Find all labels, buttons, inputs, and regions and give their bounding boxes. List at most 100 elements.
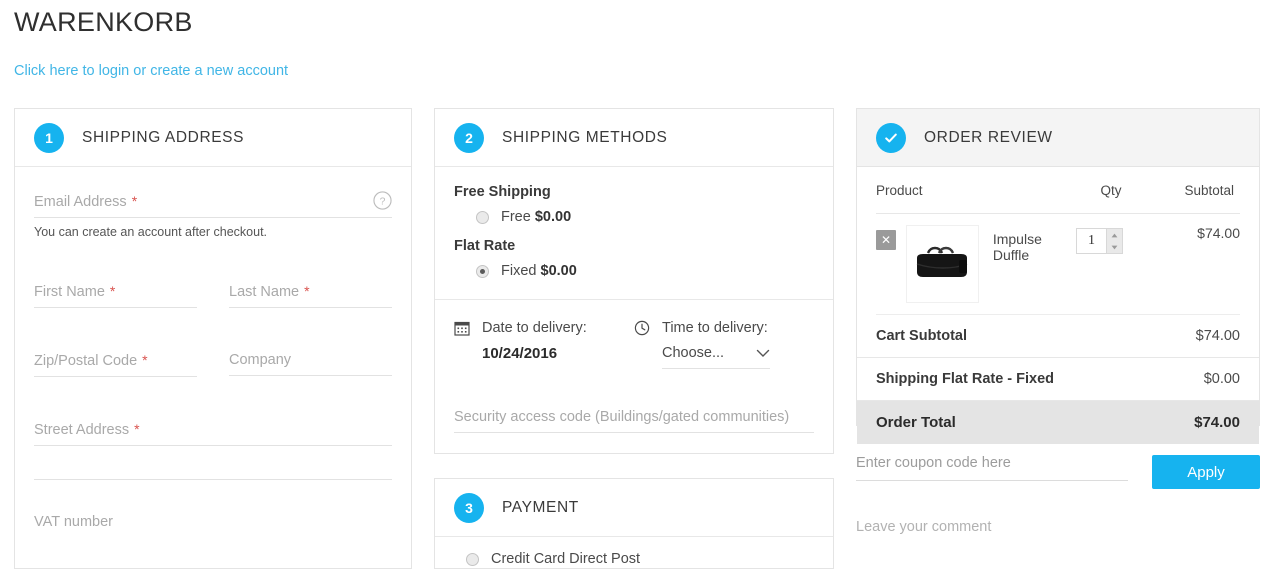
street-required-marker: * [134, 421, 140, 437]
quantity-stepper[interactable]: 1 [1076, 228, 1146, 254]
order-items-thead: Product Qty Subtotal [876, 167, 1240, 214]
shipping-group-free: Free Shipping Free $0.00 [454, 184, 814, 225]
order-items-header-row: Product Qty Subtotal [876, 167, 1240, 214]
shipping-methods-header: 2 SHIPPING METHODS [435, 109, 833, 167]
total-row-order-total: Order Total $74.00 [857, 401, 1259, 444]
total-label-order-total: Order Total [876, 414, 956, 431]
check-icon [885, 133, 897, 142]
shipping-option-free-text: Free [501, 209, 531, 225]
duffle-bag-image [906, 225, 979, 303]
caret-up-icon[interactable] [1111, 233, 1118, 238]
zip-field[interactable]: Zip/Postal Code * [34, 352, 197, 377]
close-icon[interactable]: ✕ [876, 230, 896, 250]
shipping-address-body: Email Address * You can create an accoun… [15, 167, 411, 537]
company-field[interactable]: Company [229, 352, 392, 376]
email-label: Email Address [34, 194, 127, 210]
delivery-time-label: Time to delivery: [662, 320, 768, 336]
email-field[interactable]: Email Address * [34, 193, 392, 218]
security-code-field-wrap: Security access code (Buildings/gated co… [454, 369, 814, 433]
step-number-1: 1 [34, 122, 64, 153]
security-code-field[interactable]: Security access code (Buildings/gated co… [454, 409, 814, 433]
shipping-group-free-title: Free Shipping [454, 184, 551, 200]
shipping-group-flat: Flat Rate Fixed $0.00 [454, 238, 814, 279]
coupon-comment-area: Apply [856, 455, 1260, 569]
street-field-wrap: Street Address * [34, 377, 392, 480]
shipping-address-title: SHIPPING ADDRESS [82, 128, 245, 146]
shipping-option-fixed-radio[interactable] [476, 264, 489, 278]
delivery-time-select[interactable]: Choose... [662, 345, 770, 369]
vat-field[interactable]: VAT number [34, 514, 392, 537]
shipping-option-fixed-label: Fixed $0.00 [501, 263, 577, 279]
street-field-line-2[interactable] [34, 446, 392, 480]
apply-coupon-button[interactable]: Apply [1152, 455, 1260, 489]
delivery-section: Date to delivery: 10/24/2016 Time to del… [454, 300, 814, 369]
email-required-marker: * [131, 193, 138, 209]
duffle-bag-graphic [917, 246, 968, 277]
shipping-methods-panel: 2 SHIPPING METHODS Free Shipping Free $0… [434, 108, 834, 454]
shipping-address-panel: 1 SHIPPING ADDRESS Email Address * You c… [14, 108, 412, 569]
item-product-cell: Impulse Duffle [906, 213, 1076, 315]
order-review-panel: ORDER REVIEW Product Qty Subtotal ✕ Impu… [856, 108, 1260, 444]
shipping-option-free[interactable]: Free $0.00 [476, 209, 814, 225]
page-title: WARENKORB [14, 7, 193, 37]
shipping-methods-body: Free Shipping Free $0.00 Flat Rate Fixed… [435, 167, 833, 449]
login-create-account-link[interactable]: Click here to login or create a new acco… [14, 63, 288, 79]
zip-field-wrap: Zip/Postal Code * [34, 326, 197, 377]
caret-down-icon[interactable] [1111, 245, 1118, 250]
last-name-required-marker: * [304, 283, 310, 299]
step-number-2: 2 [454, 122, 484, 153]
zip-required-marker: * [142, 352, 148, 368]
coupon-input[interactable] [856, 455, 1128, 481]
order-review-check-badge [876, 122, 906, 153]
payment-body: Credit Card Direct Post [435, 537, 833, 567]
column-header-qty: Qty [1076, 167, 1146, 214]
email-hint: You can create an account after checkout… [34, 225, 268, 239]
total-row-shipping: Shipping Flat Rate - Fixed $0.00 [857, 358, 1259, 401]
coupon-row: Apply [856, 455, 1260, 489]
total-value-cart-subtotal: $74.00 [1195, 328, 1240, 344]
svg-text:?: ? [380, 197, 386, 208]
item-subtotal: $74.00 [1146, 213, 1240, 315]
order-review-header: ORDER REVIEW [857, 109, 1259, 167]
delivery-date-head: Date to delivery: [454, 320, 634, 336]
first-name-field[interactable]: First Name * [34, 283, 197, 308]
order-comment-textarea[interactable] [856, 519, 1260, 569]
vat-label: VAT number [34, 514, 113, 530]
shipping-option-fixed-text: Fixed [501, 263, 537, 279]
delivery-time-col: Time to delivery: Choose... [634, 320, 814, 369]
street-field-line-1[interactable]: Street Address * [34, 421, 392, 446]
shipping-option-free-radio[interactable] [476, 210, 489, 224]
total-value-order-total: $74.00 [1194, 414, 1240, 431]
clock-icon [634, 320, 650, 336]
quantity-input[interactable]: 1 [1076, 228, 1106, 254]
total-value-shipping: $0.00 [1203, 371, 1240, 387]
question-circle-icon[interactable]: ? [373, 191, 392, 210]
checkout-page: WARENKORB Click here to login or create … [0, 0, 1275, 569]
last-name-field[interactable]: Last Name * [229, 283, 392, 308]
shipping-option-fixed[interactable]: Fixed $0.00 [476, 263, 814, 279]
first-name-field-wrap: First Name * [34, 257, 197, 308]
name-row: First Name * Last Name * [34, 257, 392, 308]
last-name-field-wrap: Last Name * [229, 257, 392, 308]
item-name[interactable]: Impulse Duffle [993, 225, 1076, 263]
zip-label: Zip/Postal Code [34, 353, 138, 369]
company-field-wrap: Company [229, 326, 392, 377]
table-row: ✕ Impulse Duffle 1 $74.00 [876, 213, 1240, 315]
total-row-cart-subtotal: Cart Subtotal $74.00 [857, 315, 1259, 358]
shipping-option-free-label: Free $0.00 [501, 209, 571, 225]
payment-method-credit-card-radio[interactable] [466, 552, 479, 566]
order-totals: Cart Subtotal $74.00 Shipping Flat Rate … [857, 315, 1259, 444]
order-items-tbody: ✕ Impulse Duffle 1 $74.00 [876, 213, 1240, 315]
delivery-date-value[interactable]: 10/24/2016 [482, 345, 634, 362]
vat-field-wrap: VAT number [34, 480, 392, 537]
payment-method-credit-card-label: Credit Card Direct Post [491, 551, 641, 567]
first-name-required-marker: * [109, 283, 116, 299]
calendar-icon [454, 321, 470, 336]
street-label: Street Address [34, 422, 130, 438]
quantity-spinner[interactable] [1106, 228, 1123, 254]
order-review-title: ORDER REVIEW [924, 128, 1053, 146]
last-name-label: Last Name [229, 284, 300, 300]
item-remove-cell: ✕ [876, 213, 906, 315]
payment-method-credit-card[interactable]: Credit Card Direct Post [466, 551, 814, 567]
delivery-time-selected-value: Choose... [662, 345, 725, 361]
